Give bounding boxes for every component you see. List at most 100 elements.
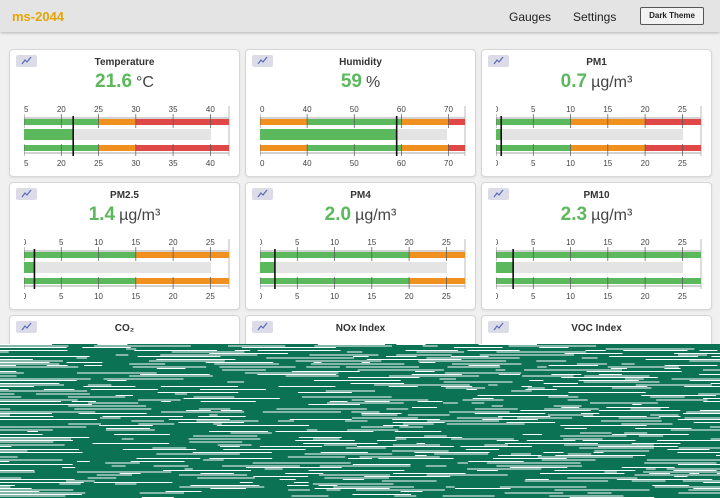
dark-theme-button[interactable]: Dark Theme xyxy=(640,7,704,25)
garble-streak xyxy=(222,465,300,467)
garble-streak xyxy=(351,411,380,413)
garble-streak xyxy=(381,480,437,482)
garble-streak xyxy=(196,420,259,422)
garble-streak xyxy=(511,390,532,392)
garble-streak xyxy=(329,401,348,402)
gauge-zone-bottom xyxy=(645,145,701,151)
gauge-tick-label-top: 0 xyxy=(24,238,27,247)
garble-streak xyxy=(654,486,720,488)
garble-streak xyxy=(702,369,720,371)
garble-streak xyxy=(688,489,720,491)
garble-streak xyxy=(314,345,392,347)
gauge-tick-label-bottom: 25 xyxy=(678,159,687,168)
garble-streak xyxy=(567,453,592,455)
garble-streak xyxy=(656,399,708,401)
gauge-value: 2.0 µg/m³ xyxy=(246,204,475,226)
nav-settings[interactable]: Settings xyxy=(573,10,616,24)
gauge-value: 21.6 °C xyxy=(10,71,239,93)
garble-streak xyxy=(228,345,286,347)
gauge-tick-label-top: 5 xyxy=(295,238,300,247)
garble-streak xyxy=(107,380,127,381)
garble-streak xyxy=(356,446,454,447)
garble-streak xyxy=(499,486,587,488)
gauge-zone-top xyxy=(645,119,701,125)
gauge-tick-label-bottom: 0 xyxy=(496,292,499,301)
garble-streak xyxy=(580,413,600,414)
garble-streak xyxy=(677,464,720,465)
garble-streak xyxy=(414,455,427,456)
garble-streak xyxy=(0,383,60,384)
garble-streak xyxy=(0,384,65,386)
gauge-value-unit: µg/m³ xyxy=(591,207,633,224)
garble-streak xyxy=(652,485,689,486)
garble-streak xyxy=(474,408,518,410)
garble-streak xyxy=(462,399,504,401)
garble-streak xyxy=(319,474,391,476)
garble-streak xyxy=(138,399,181,401)
gauge-tick-label-bottom: 20 xyxy=(641,292,650,301)
garble-streak xyxy=(262,411,342,413)
garble-streak xyxy=(555,455,646,456)
gauge-tick-label-bottom: 70 xyxy=(444,159,453,168)
garble-streak xyxy=(350,383,404,384)
garble-streak xyxy=(88,402,139,404)
gauge-card-humidity: Humidity 59% 30 30 40 40 50 50 60 60 70 70 xyxy=(245,49,476,177)
gauge-tick-label-top: 15 xyxy=(603,105,612,114)
garble-streak xyxy=(0,489,74,491)
garble-streak xyxy=(0,426,87,428)
garble-streak xyxy=(298,437,342,438)
gauge-card-pm1: PM1 0.7µg/m³ 0 0 5 5 10 10 15 15 20 20 25 25 xyxy=(481,49,712,177)
garble-streak xyxy=(139,374,210,375)
garble-streak xyxy=(277,420,294,422)
garble-streak xyxy=(257,374,337,375)
gauge-tick-label-bottom: 5 xyxy=(531,159,536,168)
corrupted-region xyxy=(0,344,720,498)
gauge-tick-label-top: 30 xyxy=(131,105,140,114)
gauge-tick-label-bottom: 5 xyxy=(59,292,64,301)
gauge-zone-top xyxy=(24,252,136,258)
garble-streak xyxy=(689,380,720,381)
garble-streak xyxy=(160,386,238,387)
gauge-tick-label-bottom: 0 xyxy=(260,292,263,301)
garble-streak xyxy=(583,416,647,417)
garble-streak xyxy=(0,437,90,438)
garble-streak xyxy=(479,354,575,356)
garble-streak xyxy=(382,425,409,426)
garble-streak xyxy=(563,438,603,440)
garble-streak xyxy=(537,366,547,368)
garble-streak xyxy=(220,410,243,411)
garble-streak xyxy=(160,354,258,356)
garble-streak xyxy=(257,350,341,351)
garble-streak xyxy=(587,492,612,494)
garble-streak xyxy=(298,392,352,393)
garble-streak xyxy=(0,345,69,347)
garble-streak xyxy=(303,443,378,444)
garble-streak xyxy=(0,464,73,465)
garble-streak xyxy=(219,446,240,447)
garble-streak xyxy=(67,396,126,398)
garble-streak xyxy=(306,429,318,431)
garble-streak xyxy=(184,468,193,470)
garble-streak xyxy=(314,380,401,381)
garble-streak xyxy=(46,365,68,366)
gauge-value-unit: µg/m³ xyxy=(591,74,633,91)
garble-streak xyxy=(664,368,681,369)
garble-streak xyxy=(361,413,402,414)
garble-streak xyxy=(693,488,720,489)
garble-streak xyxy=(525,479,549,480)
garble-streak xyxy=(92,443,170,444)
nav-gauges[interactable]: Gauges xyxy=(509,10,551,24)
garble-streak xyxy=(214,363,279,365)
gauge-tick-label-bottom: 15 xyxy=(367,292,376,301)
garble-streak xyxy=(682,480,720,482)
garble-streak xyxy=(244,372,339,374)
garble-streak xyxy=(616,479,713,480)
garble-streak xyxy=(609,356,699,357)
garble-streak xyxy=(422,345,438,347)
garble-streak xyxy=(635,384,712,386)
garble-streak xyxy=(0,479,75,480)
garble-streak xyxy=(715,455,720,456)
garble-streak xyxy=(77,471,172,473)
garble-streak xyxy=(333,486,414,488)
garble-streak xyxy=(604,471,617,473)
